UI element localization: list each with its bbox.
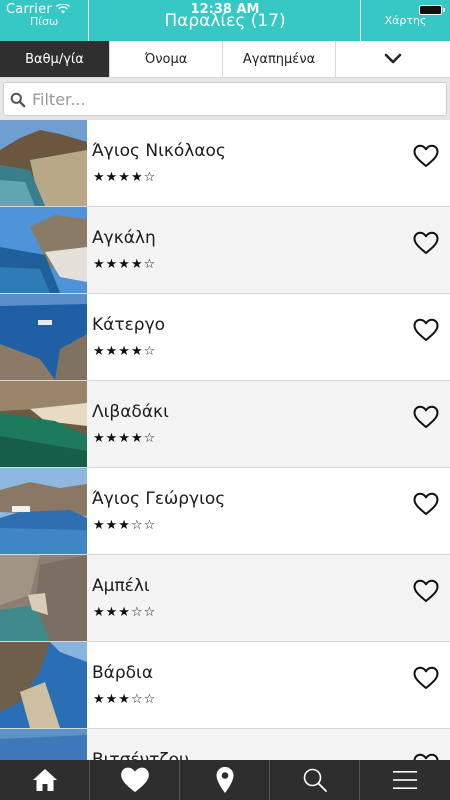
rating-stars: ★★★★☆	[93, 170, 157, 185]
favorite-heart-icon[interactable]	[413, 579, 439, 603]
menu-icon	[393, 771, 417, 789]
tab-map[interactable]	[180, 760, 270, 800]
tab-favorites[interactable]: Αγαπημένα	[223, 41, 336, 77]
favorite-heart-icon[interactable]	[413, 492, 439, 516]
beach-name: Βιτσέντζου	[92, 750, 189, 760]
map-label: Χάρτης	[384, 14, 427, 27]
list-item[interactable]: Κάτεργο ★★★★☆	[0, 294, 450, 381]
beach-name: Λιβαδάκι	[92, 402, 169, 422]
filter-box	[3, 82, 447, 116]
beach-name: Βάρδια	[92, 663, 154, 683]
rating-stars: ★★★☆☆	[93, 692, 157, 707]
more-options-button[interactable]	[336, 41, 450, 77]
favorite-heart-icon[interactable]	[413, 231, 439, 255]
list-item[interactable]: Άγιος Γεώργιος ★★★☆☆	[0, 468, 450, 555]
back-label: Πίσω	[30, 15, 59, 28]
map-button[interactable]: Χάρτης	[360, 0, 450, 41]
rating-stars: ★★★★☆	[93, 431, 157, 446]
favorite-heart-icon[interactable]	[413, 144, 439, 168]
filter-input[interactable]	[32, 87, 432, 111]
beach-name: Άγιος Νικόλαος	[92, 141, 226, 161]
page-title: Παραλίες (17)	[164, 11, 286, 31]
beach-name: Άγιος Γεώργιος	[92, 489, 226, 509]
map-pin-icon	[216, 767, 233, 793]
favorite-heart-icon[interactable]	[413, 318, 439, 342]
favorite-heart-icon[interactable]	[413, 666, 439, 690]
beach-thumbnail	[0, 468, 87, 554]
home-icon	[32, 769, 57, 791]
beach-thumbnail	[0, 729, 87, 760]
beach-thumbnail	[0, 294, 87, 380]
tab-search[interactable]	[270, 760, 360, 800]
filter-bar	[0, 78, 450, 120]
beach-name: Αμπέλι	[92, 576, 150, 596]
beach-thumbnail	[0, 381, 87, 467]
heart-icon	[120, 767, 149, 793]
back-button[interactable]: Πίσω	[0, 0, 89, 41]
header: Carrier 12:38 AM Πίσω Παραλίες (17) Χάρτ…	[0, 0, 450, 41]
list-item[interactable]: Αγκάλη ★★★★☆	[0, 207, 450, 294]
tab-rating[interactable]: Βαθμ/γία	[0, 41, 110, 77]
beach-name: Αγκάλη	[92, 228, 156, 248]
beach-thumbnail	[0, 642, 87, 728]
beach-list: Άγιος Νικόλαος ★★★★☆ Αγκάλη ★★★★☆ Κάτεργ…	[0, 120, 450, 760]
favorite-heart-icon[interactable]	[413, 405, 439, 429]
rating-stars: ★★★☆☆	[93, 605, 157, 620]
beach-thumbnail	[0, 207, 87, 293]
rating-stars: ★★★★☆	[93, 344, 157, 359]
tab-menu[interactable]	[360, 760, 450, 800]
beach-name: Κάτεργο	[92, 315, 166, 335]
rating-stars: ★★★★☆	[93, 257, 157, 272]
list-item[interactable]: Άγιος Νικόλαος ★★★★☆	[0, 120, 450, 207]
rating-stars: ★★★☆☆	[93, 518, 157, 533]
list-item[interactable]: Βάρδια ★★★☆☆	[0, 642, 450, 729]
tab-home[interactable]	[0, 760, 90, 800]
search-icon	[10, 92, 26, 108]
list-item[interactable]: Λιβαδάκι ★★★★☆	[0, 381, 450, 468]
list-item[interactable]: Βιτσέντζου ★★★☆☆	[0, 729, 450, 760]
favorite-heart-icon[interactable]	[413, 753, 439, 760]
list-item[interactable]: Αμπέλι ★★★☆☆	[0, 555, 450, 642]
tab-favorites-bar[interactable]	[90, 760, 180, 800]
tab-name[interactable]: Όνομα	[110, 41, 223, 77]
beach-thumbnail	[0, 120, 87, 206]
search-icon	[303, 768, 327, 792]
chevron-down-icon	[384, 53, 402, 64]
bottom-tab-bar	[0, 760, 450, 800]
sort-tabs: Βαθμ/γία Όνομα Αγαπημένα	[0, 41, 450, 78]
beach-thumbnail	[0, 555, 87, 641]
